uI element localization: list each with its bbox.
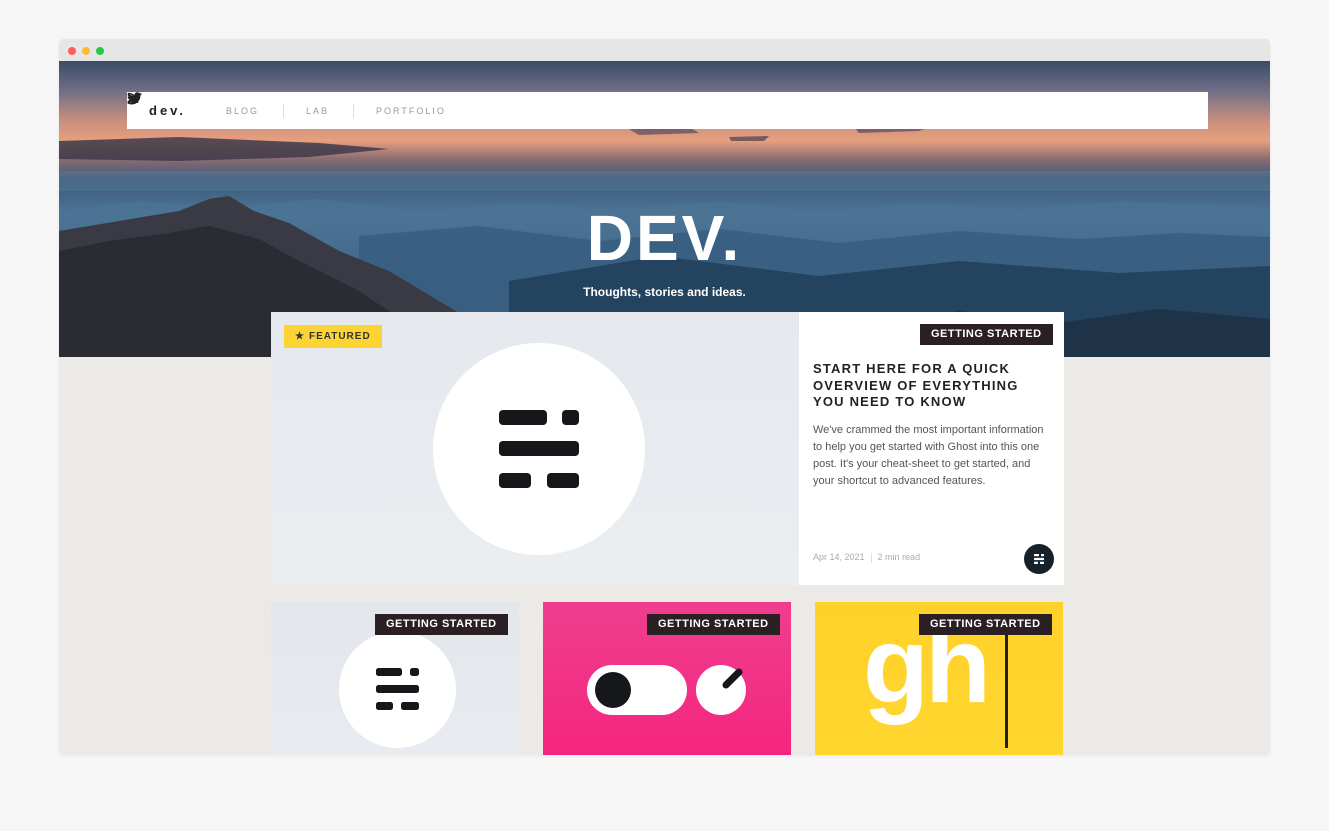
post-date: Apr 14, 2021 [813,552,865,562]
ghost-logo-icon [1034,554,1044,564]
site-title: DEV. [586,202,743,274]
featured-post-card[interactable]: ★ FEATURED GETTING STARTED START HERE FOR… [271,312,1064,585]
browser-titlebar [59,39,1270,61]
browser-window: dev. BLOG LAB PORTFOLIO DEV. Thoughts, s… [59,39,1270,755]
post-card[interactable]: gh GETTING STARTED [815,602,1063,755]
featured-post-excerpt: We've crammed the most important informa… [813,424,1044,487]
nav-divider [353,104,354,118]
featured-badge: ★ FEATURED [284,325,382,348]
text-cursor [1005,633,1008,748]
close-window-dot[interactable] [68,47,76,55]
site-description: Thoughts, stories and ideas. [583,285,746,299]
post-tag[interactable]: GETTING STARTED [920,324,1053,345]
ghost-logo-icon [499,410,579,488]
minimize-window-dot[interactable] [82,47,90,55]
post-card[interactable]: GETTING STARTED [271,602,519,755]
post-meta: Apr 14, 2021 2 min read [813,552,920,563]
ghost-logo-icon [376,668,419,710]
ghost-logo-circle [433,343,645,555]
post-read-time: 2 min read [877,552,921,562]
nav-item-blog[interactable]: BLOG [226,106,259,116]
post-card[interactable]: GETTING STARTED [543,602,791,755]
ghost-logo-circle [339,631,456,748]
featured-post-image[interactable]: ★ FEATURED [271,312,799,585]
post-tag[interactable]: GETTING STARTED [375,614,508,635]
site-logo[interactable]: dev. [149,103,186,118]
maximize-window-dot[interactable] [96,47,104,55]
top-navbar: dev. BLOG LAB PORTFOLIO [127,92,1208,129]
featured-post-title[interactable]: START HERE FOR A QUICK OVERVIEW OF EVERY… [813,361,1053,411]
rss-icon[interactable] [127,92,139,104]
nav-divider [283,104,284,118]
featured-post-body: GETTING STARTED START HERE FOR A QUICK O… [799,312,1064,585]
author-avatar[interactable] [1024,544,1054,574]
meta-divider [870,552,872,563]
nav-item-lab[interactable]: LAB [306,106,329,116]
nav-item-portfolio[interactable]: PORTFOLIO [376,106,446,116]
post-tag[interactable]: GETTING STARTED [647,614,780,635]
star-icon: ★ [295,331,305,342]
post-tag[interactable]: GETTING STARTED [919,614,1052,635]
